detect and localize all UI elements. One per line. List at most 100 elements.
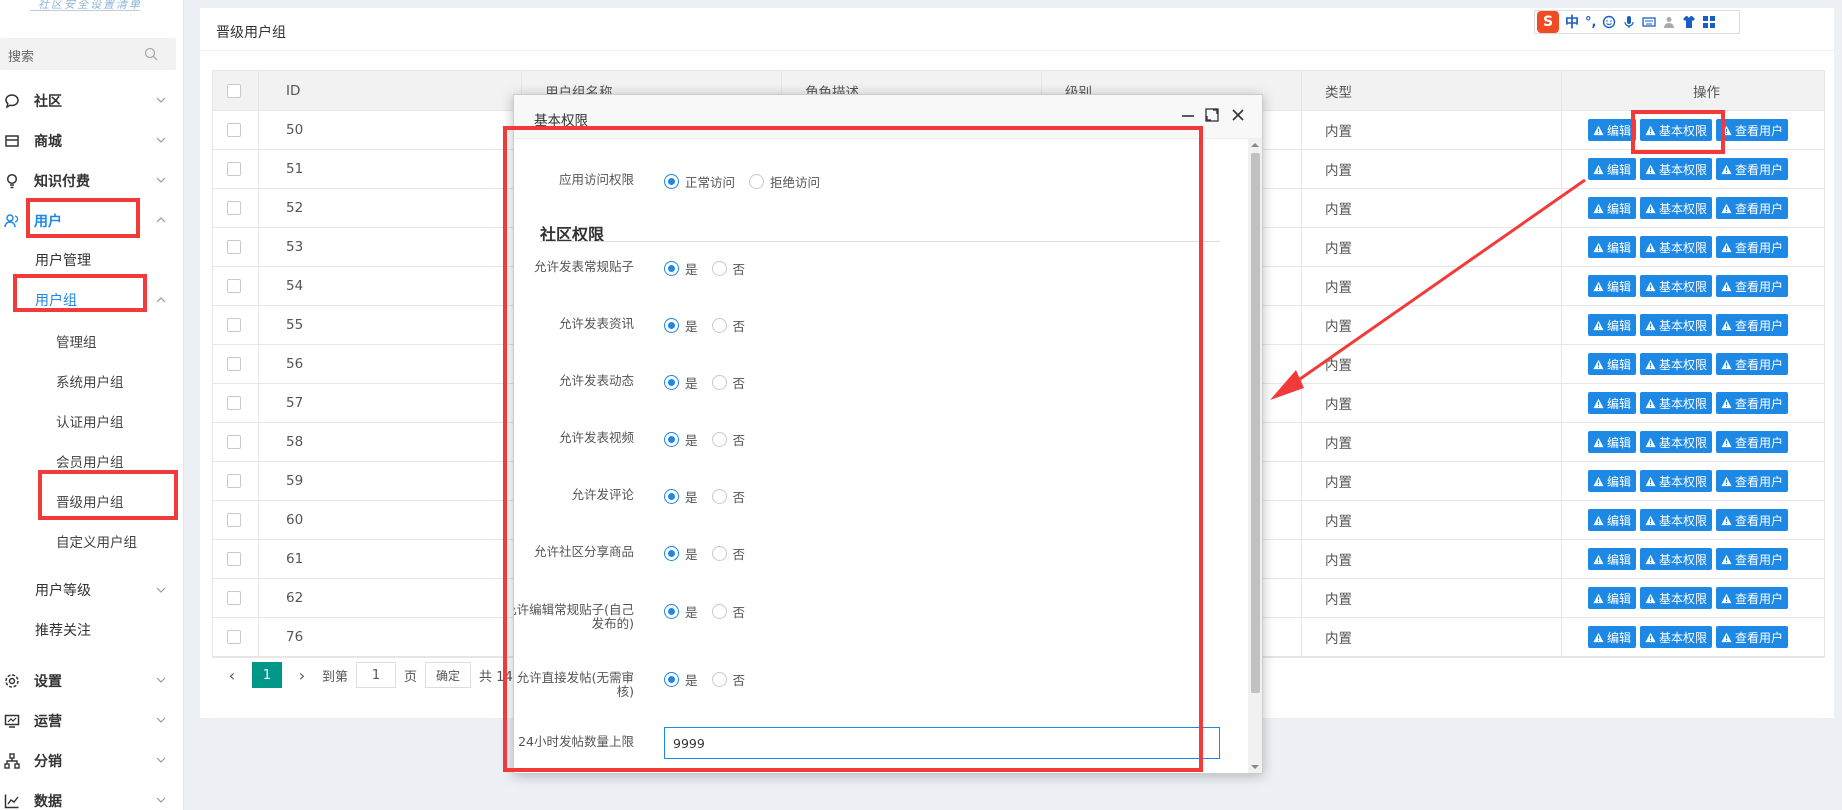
basic-permission-button[interactable]: 基本权限 [1640,587,1713,609]
edit-button[interactable]: 编辑 [1588,431,1637,453]
edit-button[interactable]: 编辑 [1588,275,1637,297]
select-all-checkbox[interactable] [227,83,241,98]
nav-settings[interactable]: 设置 [0,664,184,698]
basic-permission-button[interactable]: 基本权限 [1640,548,1713,570]
grid-icon[interactable] [1702,15,1716,29]
ime-toolbar[interactable]: S 中 °, [1534,10,1740,34]
view-users-button[interactable]: 查看用户 [1716,314,1789,336]
row-checkbox[interactable] [227,396,241,410]
radio-no[interactable] [711,672,727,687]
radio-no[interactable] [711,261,727,276]
row-checkbox[interactable] [227,201,241,215]
microphone-icon[interactable] [1622,15,1636,29]
radio-yes[interactable] [664,489,679,504]
view-users-button[interactable]: 查看用户 [1716,353,1789,375]
view-users-button[interactable]: 查看用户 [1716,626,1789,648]
goto-confirm-button[interactable]: 确定 [425,662,472,688]
row-checkbox[interactable] [227,162,241,176]
basic-permission-button[interactable]: 基本权限 [1640,197,1713,219]
radio-no[interactable] [711,604,727,619]
nav-user-manage[interactable]: 用户管理 [35,250,91,270]
post-limit-input[interactable]: 9999 [664,727,1220,759]
row-checkbox[interactable] [227,435,241,449]
view-users-button[interactable]: 查看用户 [1716,470,1789,492]
radio-no[interactable] [711,489,727,504]
close-icon[interactable] [1230,107,1246,123]
nav-knowledge[interactable]: 知识付费 [0,164,184,198]
prev-page-button[interactable]: ‹ [222,665,242,685]
ime-lang-toggle[interactable]: 中 [1565,12,1579,32]
view-users-button[interactable]: 查看用户 [1716,119,1789,141]
page-1-button[interactable]: 1 [252,662,282,688]
edit-button[interactable]: 编辑 [1588,470,1637,492]
nav-group-custom[interactable]: 自定义用户组 [56,531,137,551]
radio-yes[interactable] [664,546,679,561]
basic-permission-button[interactable]: 基本权限 [1640,158,1713,180]
basic-permission-button[interactable]: 基本权限 [1640,392,1713,414]
view-users-button[interactable]: 查看用户 [1716,275,1789,297]
radio-yes[interactable] [664,375,679,390]
edit-button[interactable]: 编辑 [1588,158,1637,180]
nav-user-level[interactable]: 用户等级 [35,580,91,600]
nav-group-verified[interactable]: 认证用户组 [56,411,124,431]
view-users-button[interactable]: 查看用户 [1716,158,1789,180]
view-users-button[interactable]: 查看用户 [1716,548,1789,570]
nav-group-system[interactable]: 系统用户组 [56,371,124,391]
radio-no[interactable] [711,546,727,561]
edit-button[interactable]: 编辑 [1588,392,1637,414]
nav-data[interactable]: 数据 [0,784,184,810]
view-users-button[interactable]: 查看用户 [1716,509,1789,531]
nav-distribution[interactable]: 分销 [0,744,184,778]
radio-no[interactable] [711,318,727,333]
scroll-down-icon[interactable] [1251,763,1259,771]
scroll-up-icon[interactable] [1251,141,1259,149]
nav-group-promoted[interactable]: 晋级用户组 [56,491,124,511]
edit-button[interactable]: 编辑 [1588,353,1637,375]
radio-yes[interactable] [664,672,679,687]
row-checkbox[interactable] [227,318,241,332]
view-users-button[interactable]: 查看用户 [1716,392,1789,414]
edit-button[interactable]: 编辑 [1588,548,1637,570]
edit-button[interactable]: 编辑 [1588,314,1637,336]
nav-operations[interactable]: 运营 [0,704,184,738]
user-icon[interactable] [1662,15,1676,29]
ime-punct-toggle[interactable]: °, [1585,15,1596,30]
row-checkbox[interactable] [227,279,241,293]
sidebar-search[interactable]: 搜索 [0,38,176,70]
radio-deny-access[interactable] [749,174,765,189]
nav-group-admin[interactable]: 管理组 [56,331,97,351]
view-users-button[interactable]: 查看用户 [1716,236,1789,258]
skin-icon[interactable] [1682,15,1696,29]
edit-button[interactable]: 编辑 [1588,197,1637,219]
basic-permission-button[interactable]: 基本权限 [1640,431,1713,453]
nav-community[interactable]: 社区 [0,84,184,118]
maximize-icon[interactable] [1204,107,1220,123]
view-users-button[interactable]: 查看用户 [1716,587,1789,609]
row-checkbox[interactable] [227,591,241,605]
basic-permission-button[interactable]: 基本权限 [1640,353,1713,375]
edit-button[interactable]: 编辑 [1588,626,1637,648]
view-users-button[interactable]: 查看用户 [1716,197,1789,219]
row-checkbox[interactable] [227,123,241,137]
goto-page-input[interactable]: 1 [356,662,397,688]
basic-permission-button[interactable]: 基本权限 [1640,314,1713,336]
view-users-button[interactable]: 查看用户 [1716,431,1789,453]
row-checkbox[interactable] [227,513,241,527]
smiley-icon[interactable] [1602,15,1616,29]
modal-scrollbar[interactable] [1248,139,1262,773]
basic-permission-button[interactable]: 基本权限 [1640,470,1713,492]
nav-shop[interactable]: 商城 [0,124,184,158]
basic-permission-button[interactable]: 基本权限 [1640,119,1713,141]
radio-no[interactable] [711,432,727,447]
row-checkbox[interactable] [227,630,241,644]
radio-normal-access[interactable] [664,174,679,189]
edit-button[interactable]: 编辑 [1588,119,1637,141]
next-page-button[interactable]: › [292,665,312,685]
radio-yes[interactable] [664,604,679,619]
scrollbar-thumb[interactable] [1251,153,1260,693]
radio-yes[interactable] [664,261,679,276]
nav-user-group[interactable]: 用户组 [35,290,77,310]
edit-button[interactable]: 编辑 [1588,509,1637,531]
nav-users[interactable]: 用户 [0,204,184,238]
nav-recommend[interactable]: 推荐关注 [35,620,91,640]
